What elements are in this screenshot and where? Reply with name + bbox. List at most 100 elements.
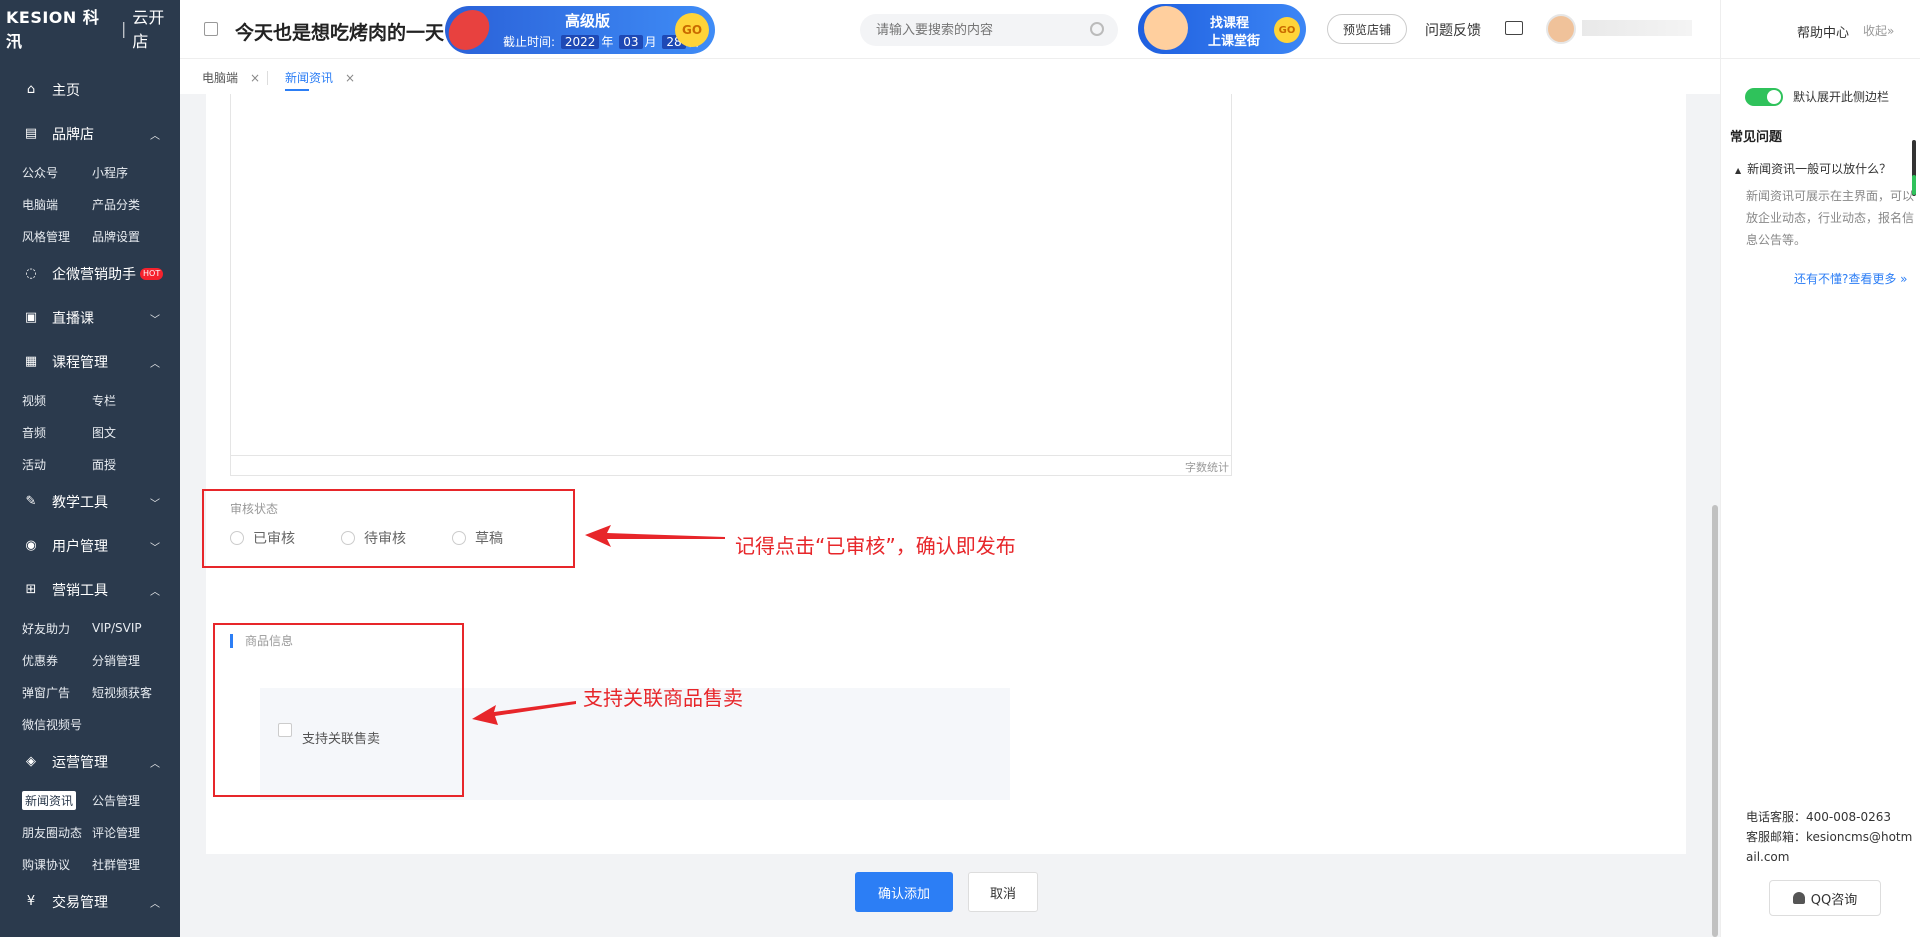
find-course-banner[interactable]: 找课程 上课堂街 GO — [1138, 4, 1306, 54]
toggle-label: 默认展开此侧边栏 — [1793, 90, 1890, 104]
promo-deadline: 截止时间: 2022年 03月 28日 — [503, 33, 700, 50]
money-icon: ¥ — [26, 894, 36, 909]
help-center-title: 帮助中心 — [1797, 26, 1850, 41]
cancel-button[interactable]: 取消 — [968, 872, 1038, 912]
close-icon[interactable]: × — [250, 71, 260, 85]
nav-wecom[interactable]: ◌ 企微营销助手 HOT — [0, 252, 180, 296]
submenu-item[interactable]: 微信视频号 — [22, 708, 92, 740]
submenu-item[interactable]: 分销管理 — [92, 644, 182, 676]
chevron-down-icon: ﹀ — [150, 542, 160, 554]
tabs-bar: 电脑端 × 新闻资讯 × — [180, 58, 1720, 94]
submenu-item[interactable]: 产品分类 — [92, 188, 182, 220]
submenu-item[interactable]: VIP/SVIP — [92, 612, 182, 644]
submenu-item[interactable]: 朋友圈动态 — [22, 816, 92, 848]
video-icon: ▣ — [24, 310, 38, 325]
mail-icon[interactable] — [1505, 21, 1523, 35]
submenu-item[interactable]: 视频 — [22, 384, 92, 416]
logo-sub: 云开店 — [132, 8, 165, 51]
submenu-item[interactable]: 品牌设置 — [92, 220, 182, 252]
tab-news[interactable]: 新闻资讯 × — [285, 69, 355, 91]
chevron-up-icon: ︿ — [150, 758, 160, 770]
topbar: 今天也是想吃烤肉的一天 高级版 截止时间: 2022年 03月 28日 GO 找… — [180, 0, 1720, 58]
nav-operation[interactable]: ◈ 运营管理 ︿ — [0, 740, 180, 784]
submenu-item[interactable]: 面授 — [92, 448, 182, 480]
logo-brand: KESION 科汛 — [6, 8, 100, 51]
confirm-add-button[interactable]: 确认添加 — [855, 872, 953, 912]
nav-user-mgmt[interactable]: ◉ 用户管理 ﹀ — [0, 524, 180, 568]
home-icon: ⌂ — [26, 82, 36, 97]
tab-pc[interactable]: 电脑端 × — [202, 69, 260, 86]
submenu-item[interactable]: 公告管理 — [92, 784, 182, 816]
scrollbar[interactable] — [1712, 505, 1718, 937]
operation-submenu: 新闻资讯 公告管理 朋友圈动态 评论管理 购课协议 社群管理 — [0, 784, 180, 880]
hot-badge: HOT — [140, 268, 164, 280]
user-icon: ◉ — [25, 538, 37, 553]
submenu-item[interactable]: 风格管理 — [22, 220, 92, 252]
nav-marketing[interactable]: ⊞ 营销工具 ︿ — [0, 568, 180, 612]
nav-trade[interactable]: ¥ 交易管理 ︿ — [0, 880, 180, 924]
nav-teach-tools[interactable]: ✎ 教学工具 ﹀ — [0, 480, 180, 524]
submenu-item[interactable]: 评论管理 — [92, 816, 182, 848]
search-icon[interactable] — [1090, 22, 1104, 36]
chevron-up-icon: ︿ — [150, 358, 160, 370]
submenu-item[interactable]: 弹窗广告 — [22, 676, 92, 708]
close-icon[interactable]: × — [345, 71, 355, 85]
chevron-down-icon: ﹀ — [150, 498, 160, 510]
panel-scrollbar-thumb[interactable] — [1912, 175, 1916, 195]
annotation-arrow — [472, 701, 576, 725]
username-blurred[interactable] — [1582, 20, 1692, 36]
chevron-up-icon: ︿ — [150, 586, 160, 598]
go-button[interactable]: GO — [1274, 17, 1300, 43]
go-button[interactable]: GO — [675, 13, 709, 47]
help-panel: 帮助中心 收起» 默认展开此侧边栏 常见问题 ▲ 新闻资讯一般可以放什么？ 新闻资… — [1720, 0, 1920, 937]
submenu-item[interactable]: 好友助力 — [22, 612, 92, 644]
nav-brand-store[interactable]: ▤ 品牌店 ︿ — [0, 112, 180, 156]
nav-course-mgmt[interactable]: ▦ 课程管理 ︿ — [0, 340, 180, 384]
chevron-up-icon: ︿ — [150, 898, 160, 910]
version-promo-banner[interactable]: 高级版 截止时间: 2022年 03月 28日 GO — [445, 6, 715, 54]
submenu-item[interactable]: 活动 — [22, 448, 92, 480]
qq-icon — [1792, 892, 1805, 904]
submenu-item[interactable]: 优惠券 — [22, 644, 92, 676]
word-count[interactable]: 字数统计 — [1185, 459, 1229, 475]
sidebar: KESION 科汛 | 云开店 ⌂ 主页 ▤ 品牌店 ︿ 公众号 小程序 电脑端… — [0, 0, 180, 937]
shop-title: 今天也是想吃烤肉的一天 — [235, 22, 445, 44]
avatar[interactable] — [1546, 14, 1576, 44]
collapse-button[interactable]: 收起» — [1863, 22, 1894, 39]
submenu-item-news[interactable]: 新闻资讯 — [22, 784, 92, 816]
submenu-item[interactable]: 购课协议 — [22, 848, 92, 880]
rich-text-editor[interactable]: 字数统计 — [230, 94, 1232, 476]
ribbon-icon — [445, 10, 493, 50]
submenu-item[interactable]: 图文 — [92, 416, 182, 448]
submenu-item[interactable]: 公众号 — [22, 156, 92, 188]
submenu-item[interactable]: 小程序 — [92, 156, 182, 188]
submenu-item[interactable]: 短视频获客 — [92, 676, 182, 708]
submenu-item[interactable]: 专栏 — [92, 384, 182, 416]
shop-icon — [204, 22, 218, 36]
faq-answer: 新闻资讯可展示在主界面，可以放企业动态，行业动态，报名信息公告等。 — [1746, 189, 1915, 247]
submenu-item[interactable]: 社群管理 — [92, 848, 182, 880]
submenu-item[interactable]: 电脑端 — [22, 188, 92, 220]
feedback-link[interactable]: 问题反馈 — [1425, 20, 1481, 40]
faq-question[interactable]: ▲ 新闻资讯一般可以放什么？ — [1735, 160, 1891, 177]
nav-live[interactable]: ▣ 直播课 ﹀ — [0, 296, 180, 340]
gift-icon: ⊞ — [25, 582, 37, 597]
preview-store-button[interactable]: 预览店铺 — [1327, 14, 1407, 44]
search-box — [860, 14, 1118, 46]
layers-icon: ◈ — [26, 754, 36, 769]
nav-home[interactable]: ⌂ 主页 — [0, 68, 180, 112]
chevron-down-icon: ﹀ — [150, 314, 160, 326]
annotation-text: 记得点击“已审核”，确认即发布 — [735, 534, 1016, 558]
course-icon: ▦ — [24, 354, 38, 369]
default-expand-toggle[interactable] — [1745, 88, 1783, 106]
qq-consult-button[interactable]: QQ咨询 — [1769, 880, 1881, 916]
annotation-arrow — [585, 525, 725, 547]
annotation-highlight-box — [202, 489, 575, 568]
faq-more-link[interactable]: 还有不懂?查看更多 » — [1794, 270, 1908, 287]
search-input[interactable] — [874, 21, 1074, 39]
chevron-up-icon: ︿ — [150, 130, 160, 142]
tools-icon: ✎ — [25, 494, 37, 509]
marketing-submenu: 好友助力 VIP/SVIP 优惠券 分销管理 弹窗广告 短视频获客 微信视频号 — [0, 612, 180, 740]
girl-illustration-icon — [1144, 6, 1188, 50]
submenu-item[interactable]: 音频 — [22, 416, 92, 448]
